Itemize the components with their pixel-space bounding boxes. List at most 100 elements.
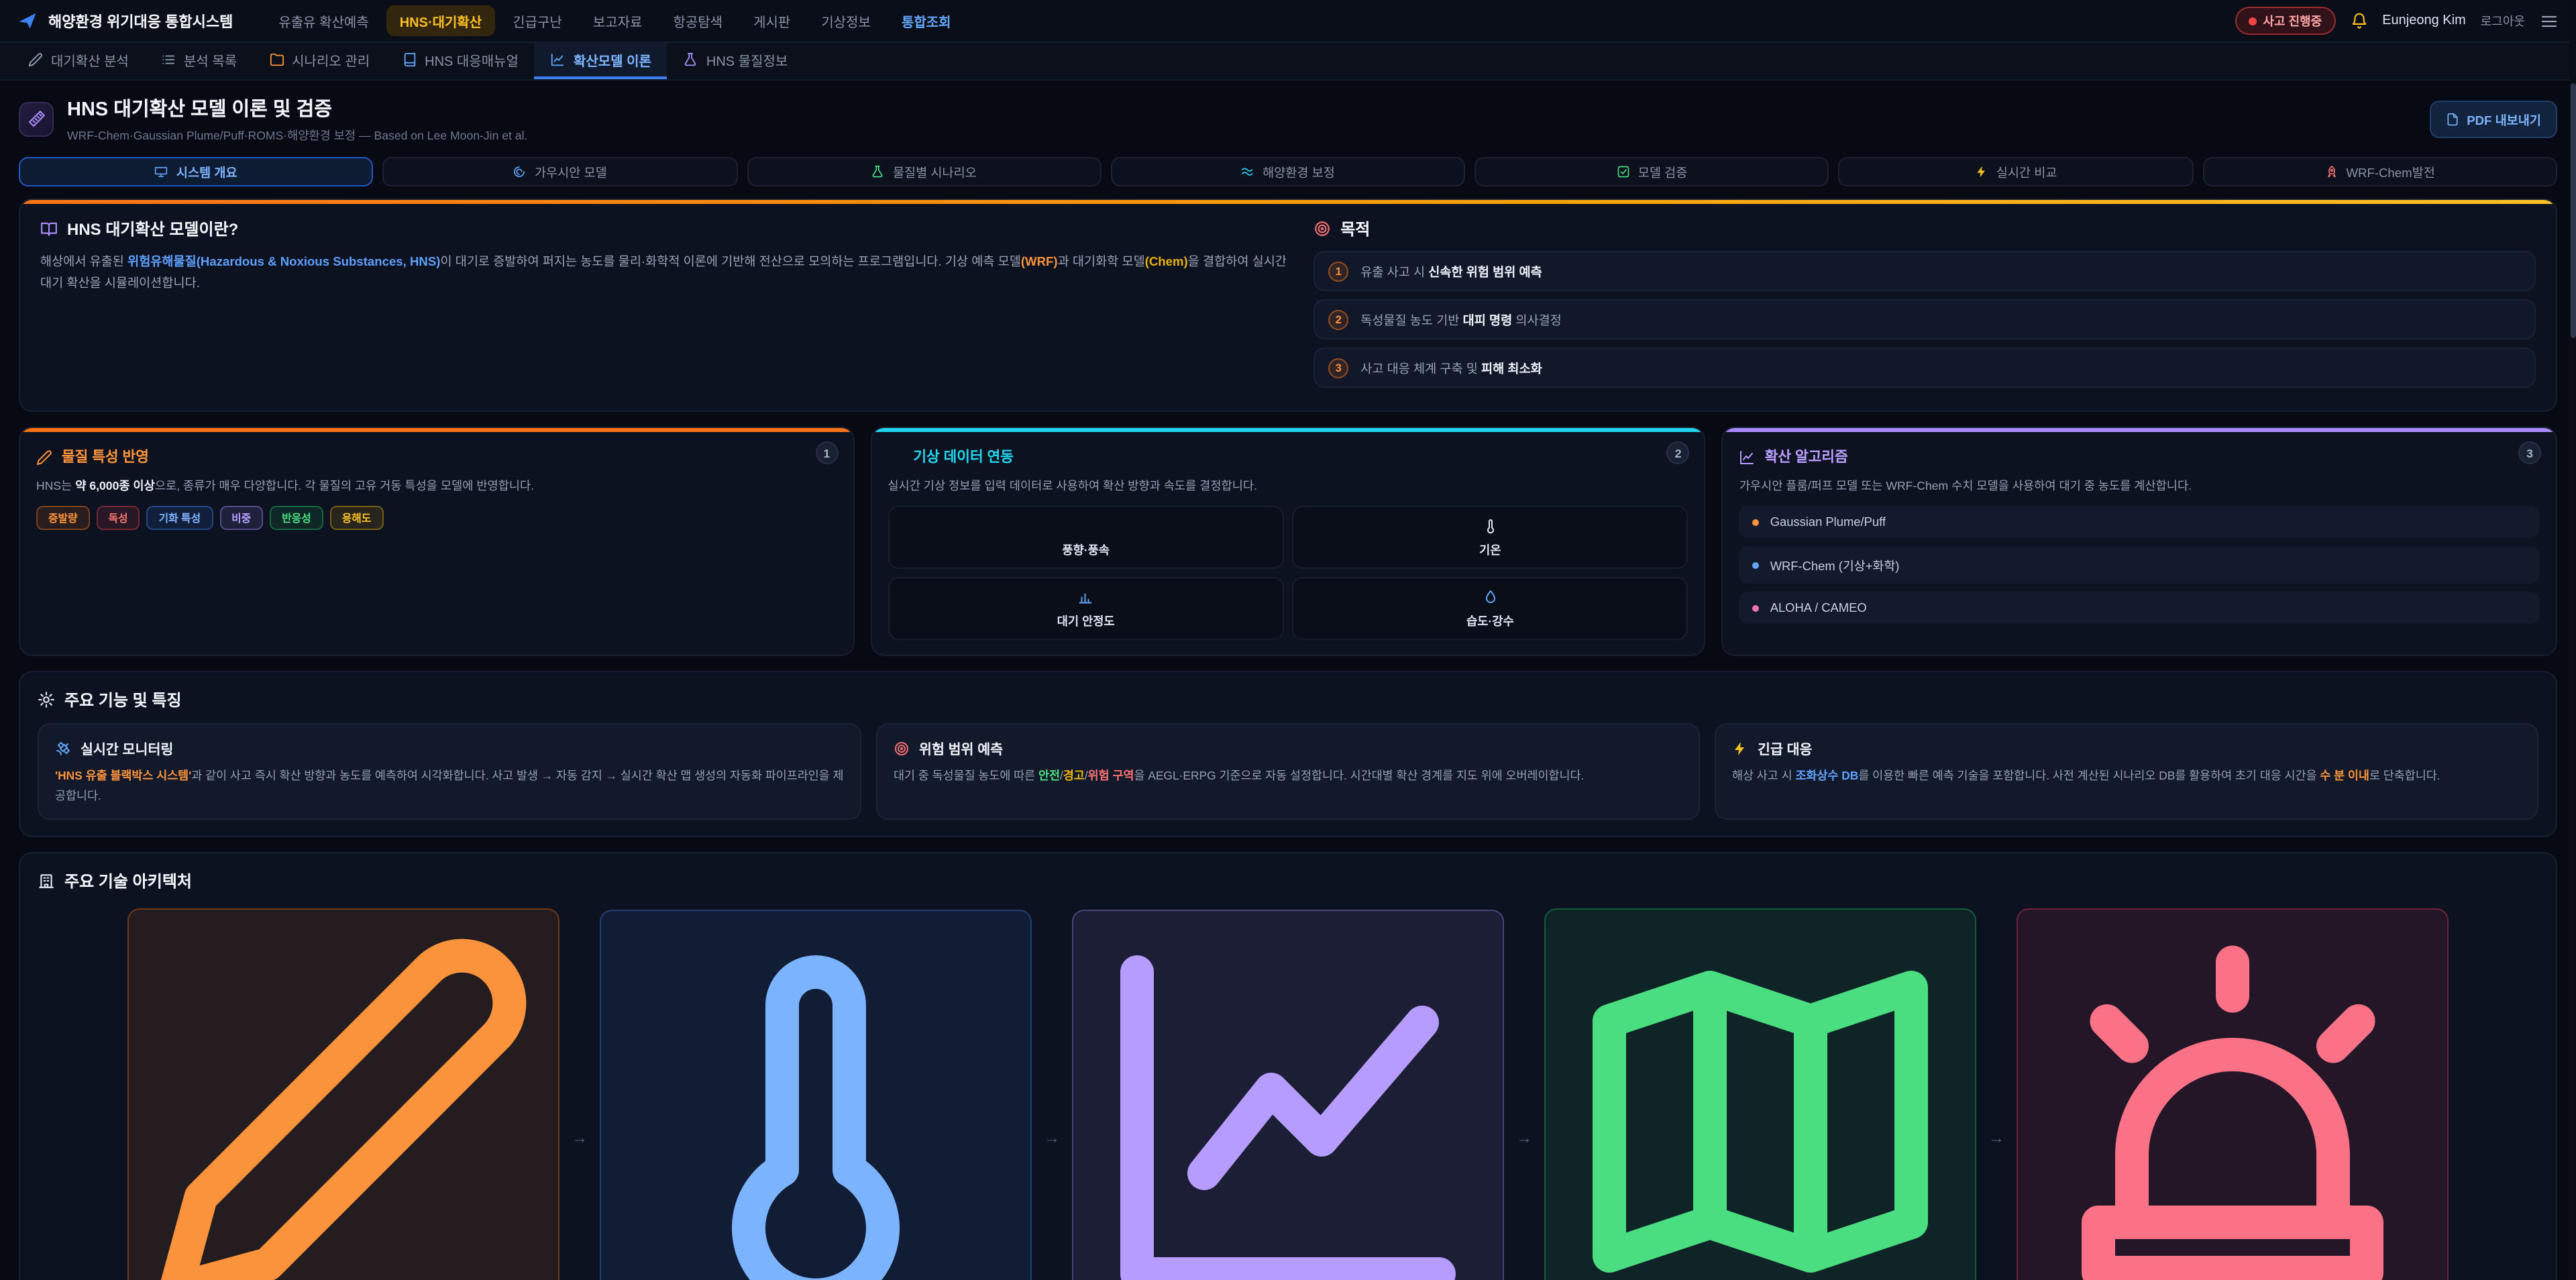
card-title: 확산 알고리즘 — [1765, 447, 1848, 467]
feature-emergency-response: 긴급 대응 해상 사고 시 조화상수 DB를 이용한 빠른 예측 기술을 포함합… — [1715, 724, 2538, 820]
notifications-bell-icon[interactable] — [2350, 12, 2367, 30]
intro-title: HNS 대기확산 모델이란? — [67, 217, 238, 240]
pill-substance-scenarios[interactable]: 물질별 시나리오 — [747, 157, 1102, 186]
tab-label: HNS 물질정보 — [706, 50, 788, 70]
logout-button[interactable]: 로그아웃 — [2481, 12, 2525, 30]
flow-arrow-icon: → — [1988, 1129, 2004, 1148]
feature-realtime-monitoring: 실시간 모니터링 'HNS 유출 블랙박스 시스템'과 같이 사고 즉시 확산 … — [38, 724, 861, 820]
hamburger-menu-icon[interactable] — [2540, 11, 2559, 30]
tab-hns-substance-info[interactable]: HNS 물질정보 — [667, 43, 804, 79]
map-icon — [1559, 920, 1962, 1280]
page-subtitle: WRF-Chem·Gaussian Plume/Puff·ROMS·해양환경 보… — [67, 126, 527, 144]
weather-cell-temperature: 기온 — [1292, 506, 1688, 570]
nav-item-board[interactable]: 게시판 — [740, 5, 804, 36]
pill-marine-correction[interactable]: 해양환경 보정 — [1111, 157, 1466, 186]
features-title-row: 주요 기능 및 특징 — [38, 689, 2538, 712]
card-description: HNS는 약 6,000종 이상으로, 종류가 매우 다양합니다. 각 물질의 … — [36, 476, 837, 496]
purpose-item: 3 사고 대응 체계 구축 및 피해 최소화 — [1313, 348, 2536, 388]
flow-box-decision: 대응 의사결정 대피·방제·경보 — [2017, 908, 2449, 1280]
nav-item-reports[interactable]: 보고자료 — [580, 5, 656, 36]
pill-label: 실시간 비교 — [1996, 162, 2057, 181]
cyclone-icon — [513, 165, 527, 178]
card-description: 실시간 기상 정보를 입력 데이터로 사용하여 확산 방향과 속도를 결정합니다… — [888, 476, 1688, 496]
nav-item-oil-spill-prediction[interactable]: 유출유 확산예측 — [265, 5, 382, 36]
tab-label: 시나리오 관리 — [292, 50, 370, 70]
scrollbar-track[interactable] — [2569, 0, 2576, 1280]
pill-gaussian-model[interactable]: 가우시안 모델 — [383, 157, 738, 186]
pill-realtime-comparison[interactable]: 실시간 비교 — [1839, 157, 2194, 186]
sub-tab-bar: 대기확산 분석 분석 목록 시나리오 관리 HNS 대응매뉴얼 확산모델 이론 … — [0, 43, 2576, 81]
target-icon — [894, 741, 910, 757]
pencil-icon — [142, 920, 545, 1280]
tab-label: 분석 목록 — [184, 50, 237, 70]
tab-scenario-management[interactable]: 시나리오 관리 — [253, 43, 386, 79]
card-substance-properties: 1 물질 특성 반영 HNS는 약 6,000종 이상으로, 종류가 매우 다양… — [19, 427, 854, 657]
satellite-icon — [55, 741, 71, 757]
nav-item-hns-dispersion[interactable]: HNS·대기확산 — [386, 5, 496, 36]
tag-vaporization: 기화 특성 — [147, 506, 213, 531]
architecture-section: 주요 기술 아키텍처 HNS 물질 DB 6,000+ 물질 → 기상 데이터 … — [19, 852, 2557, 1280]
droplet-icon — [1482, 590, 1498, 606]
book-icon — [402, 52, 417, 67]
flow-box-gis-visualization: GIS 시각화 위험 구역 맵 — [1544, 908, 1976, 1280]
flow-arrow-icon: → — [1044, 1129, 1060, 1148]
nav-item-weather-info[interactable]: 기상정보 — [808, 5, 884, 36]
purpose-number-badge: 2 — [1328, 309, 1348, 329]
pill-label: 물질별 시나리오 — [893, 162, 977, 181]
flask-icon — [871, 165, 885, 178]
algorithm-item: Gaussian Plume/Puff — [1739, 506, 2540, 539]
pill-wrf-chem-advance[interactable]: WRF-Chem발전 — [2202, 157, 2557, 186]
wave-icon — [1241, 165, 1254, 178]
flow-arrow-icon: → — [572, 1129, 588, 1148]
building-icon — [38, 872, 55, 890]
check-square-icon — [1617, 165, 1630, 178]
pill-model-validation[interactable]: 모델 검증 — [1474, 157, 1829, 186]
folder-icon — [269, 52, 284, 67]
purpose-title-row: 목적 — [1313, 217, 2536, 240]
key-features-section: 주요 기능 및 특징 실시간 모니터링 'HNS 유출 블랙박스 시스템'과 같… — [19, 672, 2557, 837]
card-dispersion-algorithm: 3 확산 알고리즘 가우시안 플룸/퍼프 모델 또는 WRF-Chem 수치 모… — [1722, 427, 2557, 657]
tag-toxicity: 독성 — [97, 506, 140, 531]
nav-item-integrated-search[interactable]: 통합조회 — [888, 5, 965, 36]
book-open-icon — [40, 220, 58, 237]
bolt-icon — [1975, 165, 1988, 178]
purpose-item: 1 유출 사고 시 신속한 위험 범위 예측 — [1313, 251, 2536, 291]
pill-label: 시스템 개요 — [176, 162, 237, 181]
tab-dispersion-model-theory[interactable]: 확산모델 이론 — [535, 43, 667, 79]
purpose-number-badge: 3 — [1328, 358, 1348, 378]
bullet-dot-icon — [1753, 562, 1760, 569]
tag-specific-gravity: 비중 — [219, 506, 263, 531]
weather-input-grid: 풍향·풍속 기온 대기 안정도 습도·강수 — [888, 506, 1688, 641]
bullet-dot-icon — [1753, 605, 1760, 612]
incident-status-badge[interactable]: 사고 진행중 — [2235, 7, 2335, 35]
gear-icon — [38, 692, 55, 709]
tab-analysis-list[interactable]: 분석 목록 — [145, 43, 253, 79]
card-weather-data-link: 2 기상 데이터 연동 실시간 기상 정보를 입력 데이터로 사용하여 확산 방… — [870, 427, 1705, 657]
thermometer-icon — [614, 922, 1017, 1280]
tab-hns-response-manual[interactable]: HNS 대응매뉴얼 — [386, 43, 535, 79]
tag-evaporation: 증발량 — [36, 506, 90, 531]
main-content: HNS 대기확산 모델 이론 및 검증 WRF-Chem·Gaussian Pl… — [0, 81, 2576, 1280]
weather-cell-stability: 대기 안정도 — [888, 578, 1284, 641]
nav-item-aerial-search[interactable]: 항공탐색 — [659, 5, 736, 36]
algorithm-item: WRF-Chem (기상+화학) — [1739, 547, 2540, 584]
weather-cell-wind: 풍향·풍속 — [888, 506, 1284, 570]
wind-icon — [888, 449, 904, 465]
weather-cell-humidity: 습도·강수 — [1292, 578, 1688, 641]
monitor-icon — [155, 165, 168, 178]
pencil-icon — [28, 52, 43, 67]
architecture-title: 주요 기술 아키텍처 — [64, 869, 192, 892]
intro-title-row: HNS 대기확산 모델이란? — [40, 217, 1287, 240]
pdf-export-button[interactable]: PDF 내보내기 — [2429, 100, 2557, 138]
list-icon — [161, 52, 176, 67]
pencil-icon — [36, 449, 52, 465]
card-description: 가우시안 플룸/퍼프 모델 또는 WRF-Chem 수치 모델을 사용하여 대기… — [1739, 476, 2540, 496]
pill-system-overview[interactable]: 시스템 개요 — [19, 157, 374, 186]
scrollbar-thumb[interactable] — [2570, 83, 2575, 338]
tab-dispersion-analysis[interactable]: 대기확산 분석 — [12, 43, 145, 79]
chart-icon — [1087, 922, 1489, 1280]
purpose-title: 목적 — [1340, 217, 1370, 240]
nav-item-emergency-rescue[interactable]: 긴급구난 — [499, 5, 576, 36]
page-title: HNS 대기확산 모델 이론 및 검증 — [67, 94, 527, 122]
incident-label: 사고 진행중 — [2263, 12, 2322, 30]
